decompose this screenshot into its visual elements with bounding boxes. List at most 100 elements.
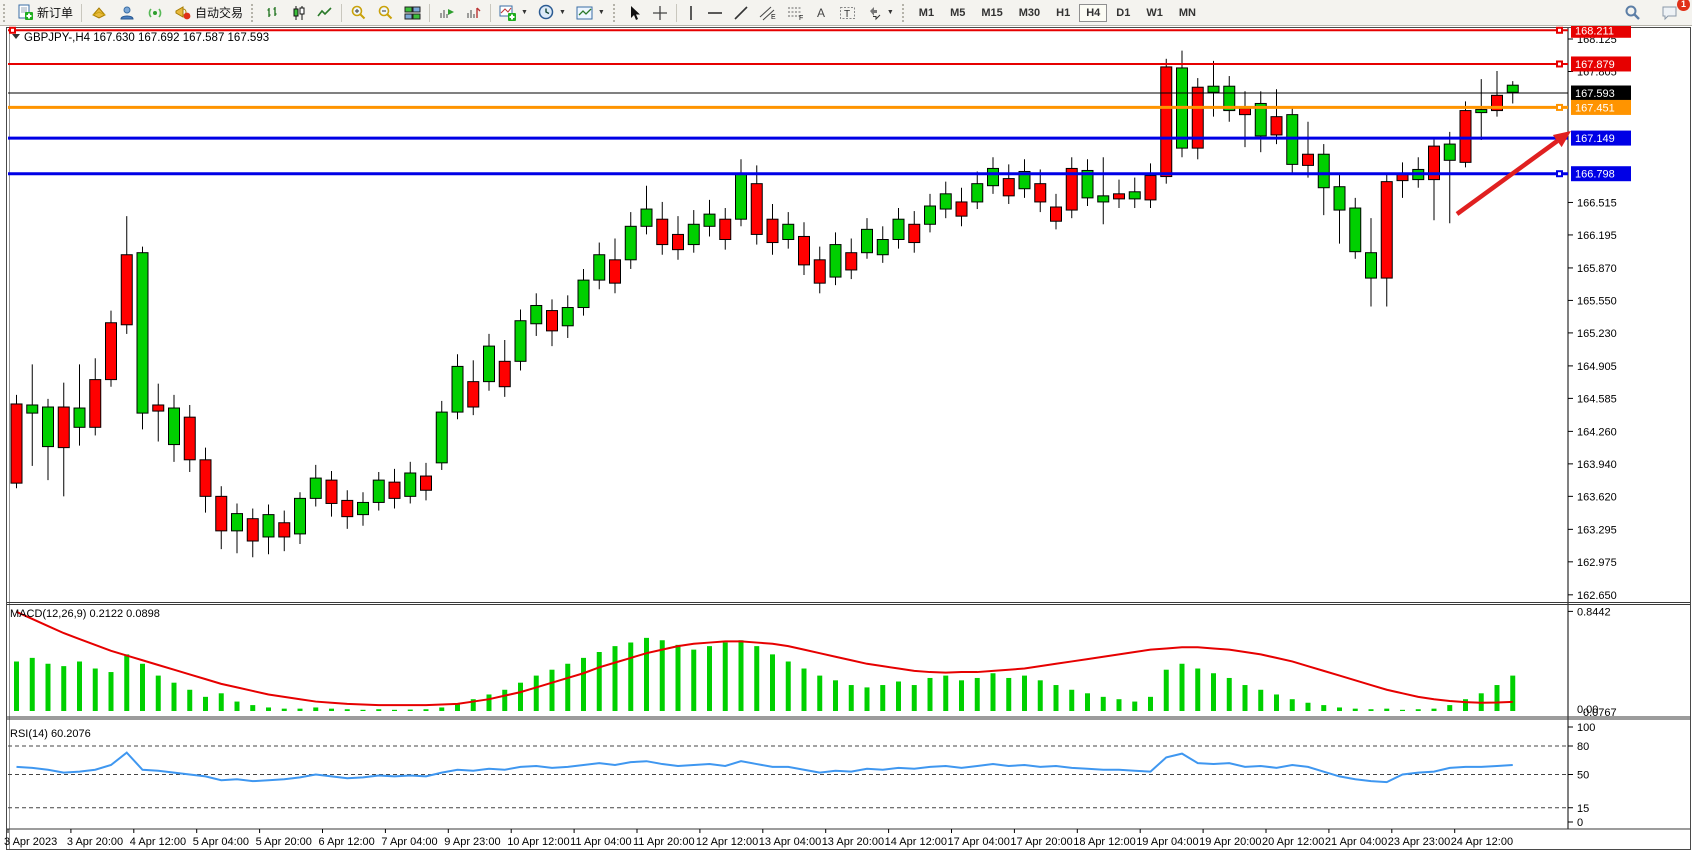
price-line-value: 166.798 (1575, 169, 1615, 181)
candle-body (1476, 110, 1487, 113)
tf-button-M5[interactable]: M5 (943, 4, 972, 22)
signals-button[interactable] (141, 2, 169, 24)
templates-button[interactable]: ▼ (571, 2, 610, 24)
equidistant-channel-button[interactable]: E (754, 2, 782, 24)
candle-body (184, 417, 195, 460)
price-line-167.149[interactable]: 167.149 (8, 131, 1631, 146)
candle-body (877, 240, 888, 255)
main-toolbar: 新订单 自动交易 ▼ (0, 0, 1692, 26)
tf-button-W1[interactable]: W1 (1139, 4, 1170, 22)
equidistant-channel-icon: E (759, 5, 777, 21)
time-tick-label: 9 Apr 23:00 (444, 836, 500, 848)
price-tick-label: 162.650 (1577, 590, 1617, 602)
new-order-label: 新订单 (37, 4, 73, 21)
toolbar-drag-handle[interactable] (902, 4, 908, 22)
tf-button-M1[interactable]: M1 (912, 4, 941, 22)
metaeditor-button[interactable] (85, 2, 113, 24)
time-tick-label: 4 Apr 12:00 (130, 836, 186, 848)
chart-shift-button[interactable] (460, 2, 487, 24)
notifications-button[interactable]: 1 (1656, 2, 1684, 24)
candle-body (1444, 144, 1455, 160)
metaeditor-icon (90, 5, 108, 21)
time-axis[interactable]: 3 Apr 20233 Apr 20:004 Apr 12:005 Apr 04… (4, 829, 1513, 848)
tf-button-M30[interactable]: M30 (1012, 4, 1047, 22)
time-tick-label: 12 Apr 12:00 (696, 836, 758, 848)
candle-body (1129, 192, 1140, 199)
candle-body (940, 194, 951, 209)
chart-canvas[interactable]: 168.125167.805166.515166.195165.870165.5… (0, 26, 1692, 851)
tf-button-M15[interactable]: M15 (974, 4, 1009, 22)
zoom-in-icon (350, 4, 367, 21)
text-label-button[interactable]: T (834, 2, 862, 24)
candle-body (657, 219, 668, 244)
candle-body (295, 498, 306, 534)
price-line-166.798[interactable]: 166.798 (8, 166, 1631, 181)
zoom-in-button[interactable] (345, 1, 372, 24)
candle-body (956, 202, 967, 216)
tile-windows-button[interactable] (399, 2, 426, 24)
price-tick-label: 166.195 (1577, 230, 1617, 242)
candle-body (1003, 179, 1014, 196)
macd-pane[interactable]: MACD(12,26,9) 0.2122 0.08980.84420.000.0… (10, 606, 1617, 719)
candlestick-chart-button[interactable] (286, 2, 312, 24)
time-tick-label: 23 Apr 23:00 (1388, 836, 1450, 848)
candle-body (1271, 117, 1282, 135)
search-button[interactable] (1619, 1, 1646, 24)
candle-body (578, 280, 589, 307)
toolbar-right-group: 1 (1619, 1, 1684, 24)
dropdown-caret-icon: ▼ (598, 9, 605, 16)
price-line-167.451[interactable]: 167.451 (8, 100, 1631, 115)
horizontal-line-button[interactable] (702, 3, 728, 23)
autotrading-button[interactable]: 自动交易 (169, 1, 248, 24)
trendline-icon (733, 5, 749, 21)
line-chart-button[interactable] (312, 2, 338, 24)
candlestick-series (11, 51, 1518, 558)
cursor-button[interactable] (622, 2, 647, 24)
dropdown-caret-icon: ▼ (521, 9, 528, 16)
tf-button-MN[interactable]: MN (1172, 4, 1203, 22)
fibonacci-button[interactable]: F (782, 2, 810, 24)
toolbar-drag-handle[interactable] (251, 4, 257, 22)
indicators-icon (499, 5, 517, 21)
auto-scroll-button[interactable] (433, 2, 460, 24)
arrows-button[interactable]: ▼ (862, 2, 899, 24)
candle-body (421, 476, 432, 490)
rsi-tick-label: 50 (1577, 770, 1589, 782)
candle-body (1397, 175, 1408, 181)
periods-button[interactable]: ▼ (533, 1, 571, 24)
bar-chart-button[interactable] (260, 2, 286, 24)
tf-button-D1[interactable]: D1 (1109, 4, 1137, 22)
tf-button-H4[interactable]: H4 (1079, 4, 1107, 22)
candle-body (1507, 85, 1518, 92)
dropdown-caret-icon: ▼ (887, 9, 894, 16)
candle-body (1334, 187, 1345, 210)
price-tick-label: 163.295 (1577, 524, 1617, 536)
vertical-line-button[interactable] (680, 2, 702, 24)
crosshair-button[interactable] (647, 2, 673, 24)
toolbar-separator (490, 4, 491, 22)
candle-body (641, 209, 652, 226)
time-tick-label: 17 Apr 04:00 (948, 836, 1010, 848)
price-line-167.593[interactable]: 167.593 (8, 86, 1631, 101)
candle-body (232, 514, 243, 531)
bar-chart-icon (265, 5, 281, 21)
toolbar-drag-handle[interactable] (613, 4, 619, 22)
chart-header: GBPJPY-,H4 167.630 167.692 167.587 167.5… (12, 32, 269, 44)
price-line-167.879[interactable]: 167.879 (8, 56, 1631, 71)
price-axis[interactable]: 168.125167.805166.515166.195165.870165.5… (1568, 34, 1617, 602)
rsi-pane[interactable]: RSI(14) 60.20761008050150 (8, 722, 1595, 829)
templates-icon (576, 5, 594, 21)
candle-body (515, 321, 526, 362)
indicators-button[interactable]: ▼ (494, 2, 533, 24)
arrows-icon (867, 5, 883, 21)
toolbar-drag-handle[interactable] (3, 4, 9, 22)
chart-window[interactable]: 168.125167.805166.515166.195165.870165.5… (0, 26, 1692, 851)
macd-axis-top: 0.8442 (1577, 606, 1611, 618)
tf-button-H1[interactable]: H1 (1049, 4, 1077, 22)
trendline-button[interactable] (728, 2, 754, 24)
market-button[interactable] (113, 2, 141, 24)
new-order-button[interactable]: 新订单 (12, 1, 78, 24)
text-button[interactable]: A (810, 2, 834, 23)
zoom-out-button[interactable] (372, 1, 399, 24)
time-tick-label: 11 Apr 04:00 (570, 836, 632, 848)
